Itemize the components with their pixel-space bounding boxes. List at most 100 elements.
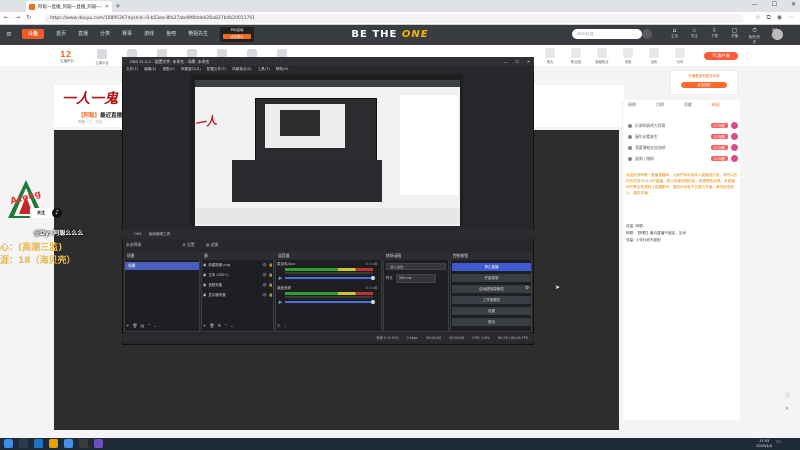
down-icon[interactable]: ⌄ [154,323,157,330]
filter-icon[interactable]: ▤ [140,323,144,330]
activity-banner[interactable]: PGI活动 点击参与 [220,27,254,42]
back-icon[interactable]: ← [4,14,9,21]
obs-maximize-button[interactable]: ☐ [515,57,518,66]
volume-slider[interactable] [285,276,375,280]
fans-row[interactable]: 波湖 / 微粉 20 阿聪 [628,154,738,163]
down-icon[interactable]: ⌄ [230,323,233,330]
control-button[interactable]: 启动虚拟摄像机 [452,285,531,293]
obs-menu-item[interactable]: 配置文件(P) [207,66,226,73]
obs-close-button[interactable]: ✕ [527,57,530,66]
settings-icon[interactable]: ⚙ [217,323,221,330]
minimize-button[interactable]: — [752,1,758,8]
obs-menu-item[interactable]: 文件(F) [126,66,138,73]
gift-item[interactable]: 分享 [670,48,690,64]
refresh-icon[interactable]: ↻ [26,14,31,21]
control-button[interactable]: 工作室模式 [452,296,531,304]
lock-icon[interactable]: 🔒 [269,272,273,279]
fans-row[interactable]: 我要增粉丝加油吧 20 阿聪 [628,143,738,152]
obs-menu-item[interactable]: 工具(T) [258,66,270,73]
notification-icon[interactable]: ▭ [776,439,796,448]
header-icon-item[interactable]: ☆ 关注 [688,27,701,45]
source-row[interactable]: ▣ 新建图像.png 👁 🔒 [203,262,273,269]
site-nav-item[interactable]: 直播 [78,30,88,37]
chat-tab[interactable]: 贡献 [684,102,692,108]
app-icon[interactable] [94,439,103,448]
hamburger-icon[interactable]: ≡ [6,30,12,38]
promo-button[interactable]: 点击领取 [681,82,727,88]
duration-input[interactable]: 300 ms [395,274,436,283]
maximize-button[interactable]: ☐ [772,1,777,8]
speaker-icon[interactable]: 🔈 [278,299,283,304]
chat-tab[interactable]: 月榜 [656,102,664,108]
taskbar-clock[interactable]: 17:53 2025/4/4 [756,439,772,448]
fans-row[interactable]: 渥尔必看来生 20 阿聪 [628,132,738,141]
pc-client-button[interactable]: PC客户端 [704,52,738,60]
new-tab-button[interactable]: + [115,2,121,10]
lock-icon[interactable]: 🔒 [269,262,273,269]
link-icon[interactable]: ⚲ [277,323,280,330]
lock-icon[interactable]: 🔒 [269,282,273,289]
event-banner[interactable]: BE THE ONE [320,27,460,42]
visibility-icon[interactable]: 👁 [262,262,266,269]
gift-item[interactable]: 超级粉丝 [592,48,612,64]
control-button[interactable]: 退出 [452,318,531,326]
site-nav-item[interactable]: 鱼吧 [166,30,176,37]
url-field[interactable]: https://www.douyu.com/10895367dyshid=0-b… [44,14,744,23]
header-icon-item[interactable]: ⌂ 主页 [668,27,681,45]
slider-handle[interactable] [371,300,375,304]
fans-row[interactable]: 乐湖的弱鸡大师哥 20 阿聪 [628,121,738,130]
gift-item[interactable]: 鱼丸 [540,48,560,64]
folder-icon[interactable] [49,439,58,448]
edge-icon[interactable] [34,439,43,448]
forward-icon[interactable]: → [15,14,20,21]
browser-tab[interactable]: 阿聪一直播_阿聪一直播_阿聪一三… ✕ [26,1,112,12]
filters-button[interactable]: ▤ 滤镜 [206,242,218,247]
up-icon[interactable]: ⌃ [147,323,150,330]
more-icon[interactable]: ⋮ [283,323,287,330]
site-search-input[interactable]: sein对战 [572,29,652,39]
profile-icon[interactable]: ◉ [777,14,782,22]
remove-icon[interactable]: 🗑 [209,323,214,330]
control-button[interactable]: 设置 [452,307,531,315]
obs-minimize-button[interactable]: — [504,57,508,66]
source-row[interactable]: ▣ 音频采集 👁 🔒 [203,282,273,289]
volume-slider[interactable] [285,300,375,304]
header-icon-item[interactable]: ▢ 开播 [728,27,741,45]
site-nav-item[interactable]: 游戏 [144,30,154,37]
control-button[interactable]: 开始录制 [452,274,531,282]
start-icon[interactable] [4,439,13,448]
transition-select[interactable]: 淡入淡出 [386,263,446,270]
tab-close-icon[interactable]: ✕ [105,4,109,10]
activity-button[interactable]: 点击参与 [223,34,251,39]
site-nav-item[interactable]: 赛事 [122,30,132,37]
up-icon[interactable]: ⌃ [224,323,227,330]
extensions-icon[interactable]: ⧉ [766,14,770,22]
star-icon[interactable]: ☆ [755,14,760,22]
site-nav-item[interactable]: 艳姐先生 [188,30,208,37]
user-avatar[interactable] [772,29,783,40]
gift-item[interactable]: 贵族 [618,48,638,64]
source-row[interactable]: ▣ 显示器采集 👁 🔒 [203,292,273,299]
search-icon[interactable] [642,29,652,39]
control-button[interactable]: 停止直播 [452,263,531,271]
chrome-icon[interactable] [64,439,73,448]
obs-menu-item[interactable]: 帮助(H) [276,66,289,73]
source-row[interactable]: ▣ 文本 (GDI+) 👁 🔒 [203,272,273,279]
follow-badge[interactable]: 关注 [30,208,52,218]
search-task-icon[interactable] [19,439,28,448]
scene-item[interactable]: 场景 [125,262,199,270]
chat-tab[interactable]: 周榜 [628,102,636,108]
header-icon-item[interactable]: ⇩ 下载 [708,27,721,45]
site-logo[interactable]: 斗鱼 [22,29,44,39]
remove-icon[interactable]: 🗑 [132,323,137,330]
lock-icon[interactable]: 🔒 [269,292,273,299]
menu-icon[interactable]: ⋯ [788,14,794,22]
obs-task-icon[interactable] [79,439,88,448]
visibility-icon[interactable]: 👁 [262,282,266,289]
toolbar-item[interactable]: 画面编辑工具 [149,232,171,236]
obs-menu-item[interactable]: 场景集合(S) [232,66,251,73]
obs-menu-item[interactable]: 停靠窗口(D) [181,66,201,73]
add-icon[interactable]: + [203,323,206,330]
gift-item[interactable]: 钻粉 [644,48,664,64]
speaker-icon[interactable]: 🔈 [278,275,283,280]
